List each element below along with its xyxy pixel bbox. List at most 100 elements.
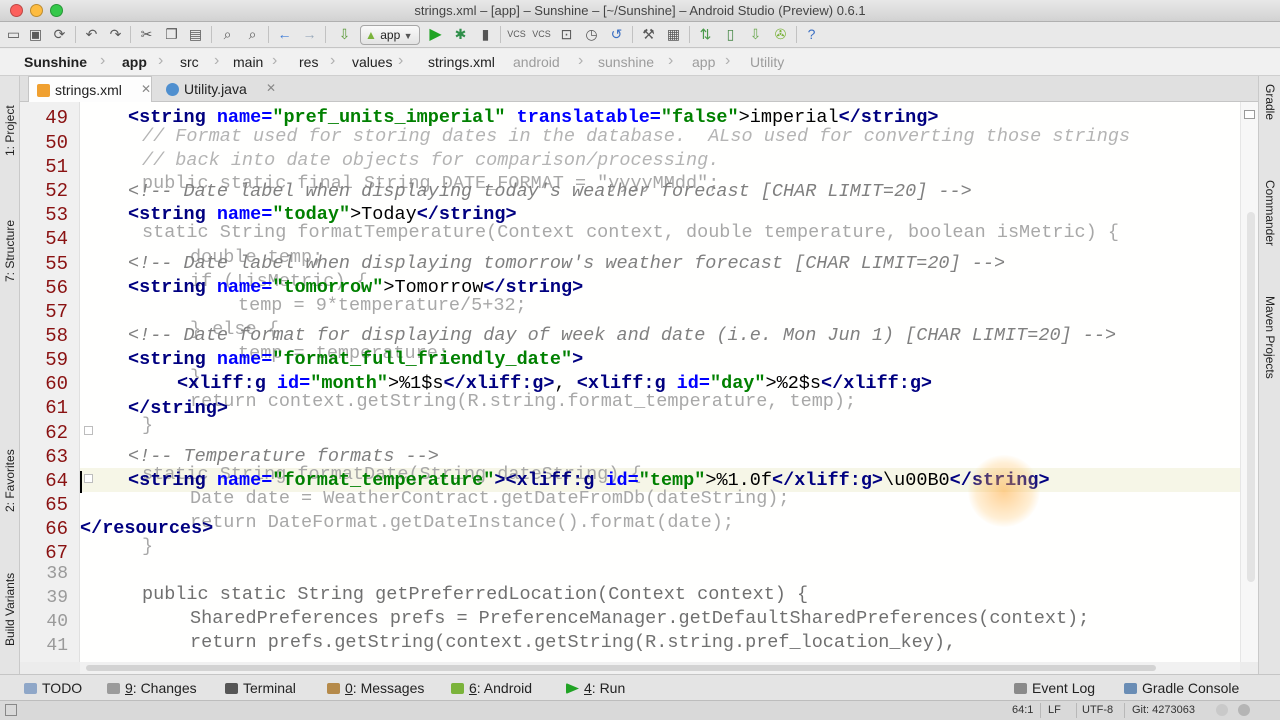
scroll-thumb[interactable] (1247, 212, 1255, 582)
todo-tool-tab[interactable]: TODO (24, 680, 82, 696)
line-number: 57 (45, 301, 68, 323)
attach-icon[interactable]: ▮ (476, 25, 495, 44)
changes-icon (107, 683, 120, 694)
line-number: 49 (45, 107, 68, 129)
debug-icon[interactable]: ✱ (451, 25, 470, 44)
terminal-tool-tab[interactable]: Terminal (225, 680, 296, 696)
breadcrumb-res[interactable]: res (299, 54, 318, 70)
fold-marker-icon[interactable] (84, 474, 93, 483)
code-line-49: <string name="pref_units_imperial" trans… (128, 107, 939, 128)
commander-tool-tab[interactable]: Commander (1261, 180, 1279, 280)
back-icon[interactable]: ← (275, 25, 294, 44)
line-number: 63 (45, 446, 68, 468)
revert-icon[interactable]: ↺ (607, 25, 626, 44)
android-icon: ▲ (365, 28, 377, 42)
project-tool-tab[interactable]: 1: Project (1, 84, 19, 156)
breadcrumb-src[interactable]: src (180, 54, 199, 70)
breadcrumb-values[interactable]: values (352, 54, 392, 70)
run-config-label: app (380, 28, 401, 42)
code-line-59: <string name="format_full_friendly_date"… (128, 349, 584, 370)
event-log-tool-tab[interactable]: Event Log (1014, 680, 1095, 696)
sync-icon[interactable]: ⟳ (50, 25, 69, 44)
breadcrumb-file[interactable]: strings.xml (428, 54, 495, 70)
breadcrumb-ghost-android: android (513, 54, 560, 70)
lock-icon[interactable] (1216, 704, 1228, 716)
close-icon[interactable]: ✕ (266, 81, 276, 95)
gradle-console-icon (1124, 683, 1137, 694)
status-bar: 64:1 LF UTF-8 Git: 4273063 (0, 700, 1280, 720)
file-encoding[interactable]: UTF-8 (1082, 704, 1113, 716)
messages-tool-tab[interactable]: 0: Messages (327, 680, 424, 696)
fold-marker-icon[interactable] (84, 426, 93, 435)
inspection-status-icon[interactable] (1244, 110, 1255, 119)
replace-icon[interactable]: ⌕ (243, 25, 262, 44)
horizontal-scrollbar[interactable] (80, 662, 1240, 674)
structure-tool-tab[interactable]: 7: Structure (1, 186, 19, 282)
text-caret (80, 471, 82, 493)
vcs-history-icon[interactable]: ◷ (582, 25, 601, 44)
undo-icon[interactable]: ↶ (82, 25, 101, 44)
inspector-icon[interactable] (1238, 704, 1250, 716)
favorites-tool-tab[interactable]: 2: Favorites (1, 426, 19, 512)
make-icon[interactable]: ⇩ (335, 25, 354, 44)
build-variants-tool-tab[interactable]: Build Variants (1, 546, 19, 646)
redo-icon[interactable]: ↷ (106, 25, 125, 44)
open-folder-icon[interactable]: ▭ (4, 25, 23, 44)
changes-tool-tab[interactable]: 9: Changes (107, 680, 197, 696)
run-configuration-select[interactable]: ▲ app ▼ (360, 25, 420, 45)
run-icon[interactable]: ▶ (426, 25, 445, 44)
help-icon[interactable]: ? (802, 25, 821, 44)
run-tool-tab[interactable]: 4: Run (566, 680, 625, 696)
caret-position[interactable]: 64:1 (1012, 704, 1033, 716)
tab-label: Utility.java (184, 81, 247, 97)
ghost-code-line: temp = 9*temperature/5+32; (238, 295, 527, 316)
breadcrumb-project[interactable]: Sunshine (24, 54, 87, 70)
android-device-icon[interactable]: ✇ (771, 25, 790, 44)
tool-windows-toggle-icon[interactable] (5, 704, 17, 716)
vcs-compare-icon[interactable]: ⊡ (557, 25, 576, 44)
line-number: 56 (45, 277, 68, 299)
line-number: 60 (45, 373, 68, 395)
save-icon[interactable]: ▣ (26, 25, 45, 44)
line-separator[interactable]: LF (1048, 704, 1061, 716)
gradle-console-tool-tab[interactable]: Gradle Console (1124, 680, 1239, 696)
android-studio-window: strings.xml – [app] – Sunshine – [~/Suns… (0, 0, 1280, 720)
paste-icon[interactable]: ▤ (186, 25, 205, 44)
tab-strings-xml[interactable]: strings.xml ✕ (28, 76, 152, 102)
sync-gradle-icon[interactable]: ⇅ (696, 25, 715, 44)
vcs-branch[interactable]: Git: 4273063 (1132, 704, 1195, 716)
avd-manager-icon[interactable]: ▯ (721, 25, 740, 44)
forward-icon[interactable]: → (300, 25, 319, 44)
maven-projects-tool-tab[interactable]: Maven Projects (1261, 296, 1279, 426)
line-number: 61 (45, 397, 68, 419)
vcs-update-icon[interactable]: VCS (507, 25, 526, 44)
cut-icon[interactable]: ✂ (137, 25, 156, 44)
find-icon[interactable]: ⌕ (218, 25, 237, 44)
ghost-code-line: return DateFormat.getDateInstance().form… (190, 512, 734, 533)
vcs-commit-icon[interactable]: VCS (532, 25, 551, 44)
code-editor[interactable]: // Format used for storing dates in the … (80, 102, 1240, 662)
close-icon[interactable]: ✕ (141, 82, 151, 96)
ghost-code-line: SharedPreferences prefs = PreferenceMana… (190, 608, 1090, 629)
breadcrumb-module[interactable]: app (122, 54, 147, 70)
error-stripe[interactable] (1240, 102, 1258, 662)
code-line-55: <!-- Date label when displaying tomorrow… (128, 253, 1006, 274)
project-structure-icon[interactable]: ▦ (664, 25, 683, 44)
sdk-manager-icon[interactable]: ⇩ (746, 25, 765, 44)
gradle-tool-tab[interactable]: Gradle (1261, 84, 1279, 154)
ghost-code-line: static String formatTemperature(Context … (142, 222, 1119, 243)
editor-tab-bar: strings.xml ✕ Utility.java ✕ (20, 76, 1258, 102)
line-number: 50 (45, 132, 68, 154)
line-number: 64 (45, 470, 68, 492)
breadcrumb-main[interactable]: main (233, 54, 263, 70)
tab-utility-java[interactable]: Utility.java ✕ (158, 76, 280, 102)
line-number: 51 (45, 156, 68, 178)
title-bar: strings.xml – [app] – Sunshine – [~/Suns… (0, 0, 1280, 22)
line-number: 66 (45, 518, 68, 540)
android-tool-tab[interactable]: 6: Android (451, 680, 532, 696)
ghost-code-line: // back into date objects for comparison… (142, 150, 720, 171)
copy-icon[interactable]: ❐ (162, 25, 181, 44)
settings-icon[interactable]: ⚒ (639, 25, 658, 44)
horizontal-scroll-thumb[interactable] (86, 665, 1156, 671)
chevron-down-icon: ▼ (403, 31, 413, 41)
